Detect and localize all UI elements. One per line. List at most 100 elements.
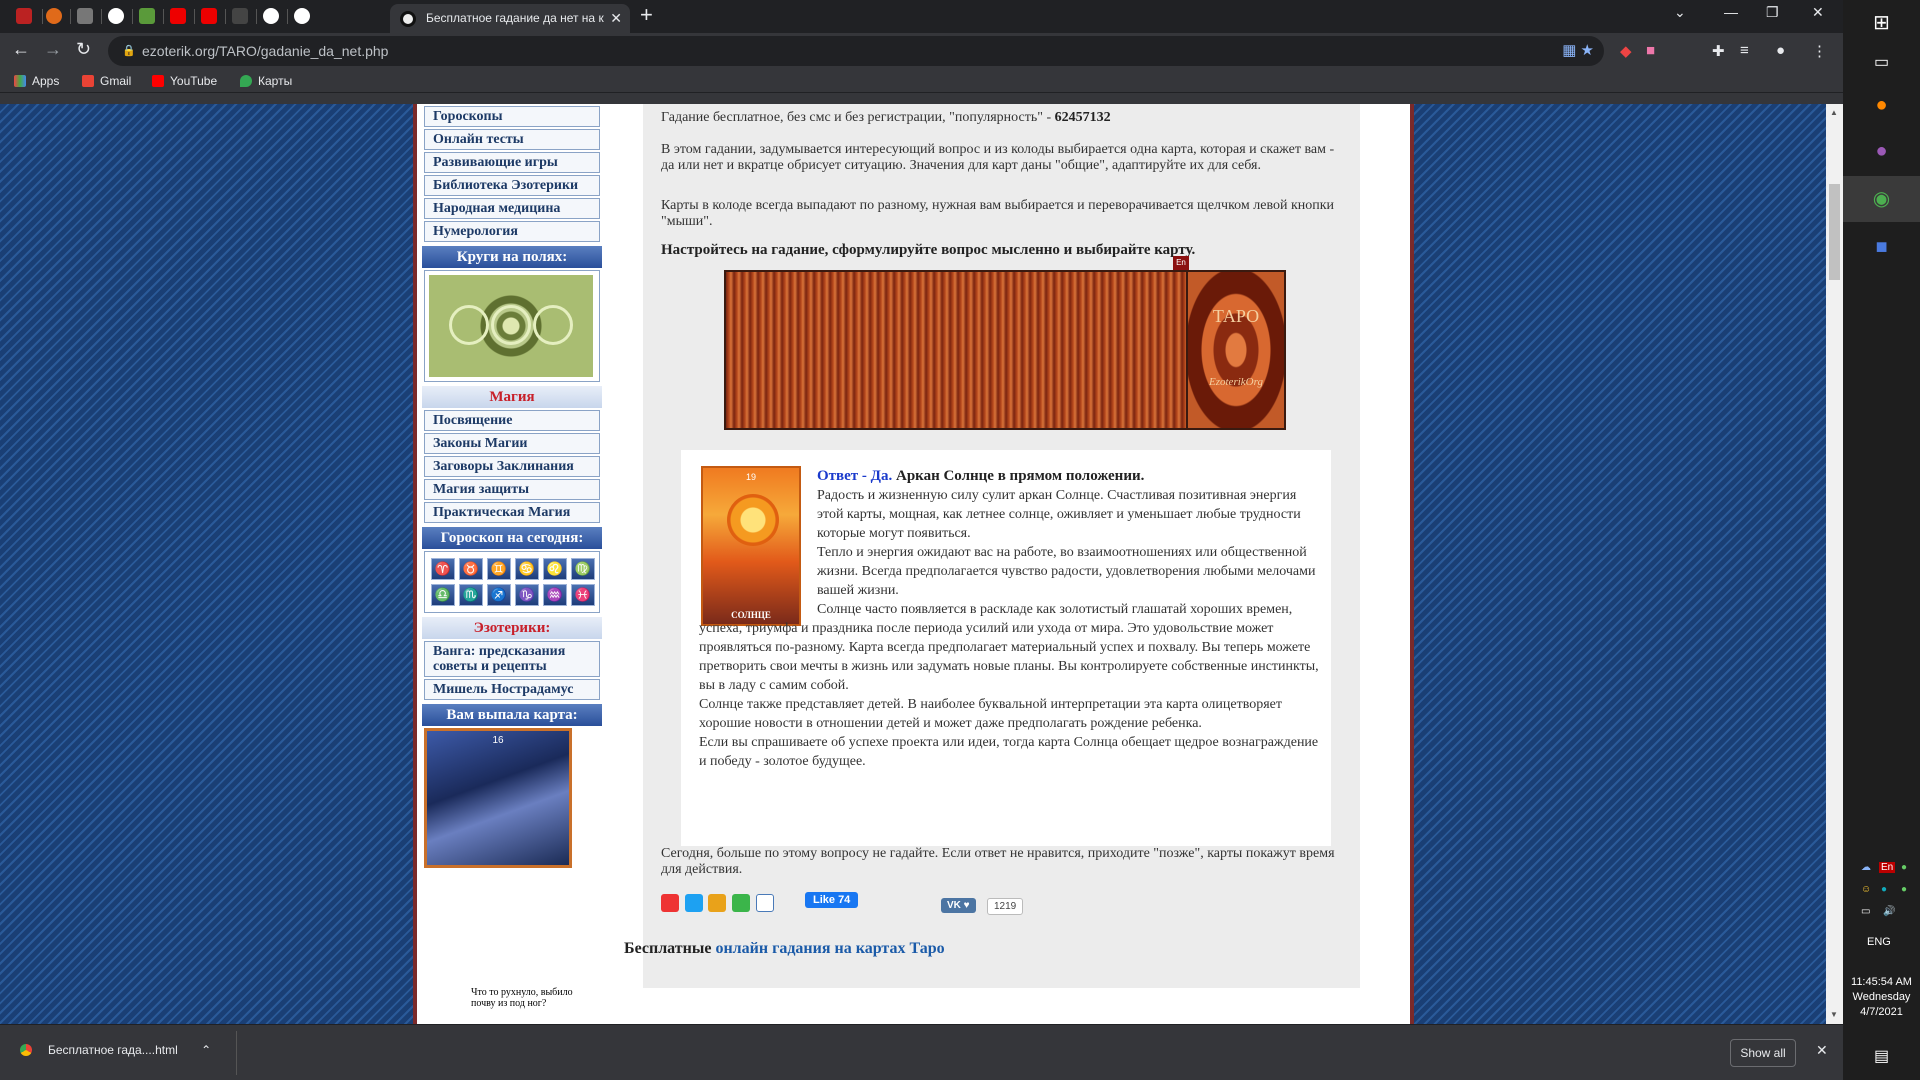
skype-icon[interactable]: ●: [1881, 884, 1887, 895]
crop-circles-box[interactable]: [424, 270, 600, 382]
aries-icon[interactable]: ♈: [431, 558, 455, 580]
show-all-button[interactable]: Show all: [1730, 1039, 1796, 1067]
firefox-icon[interactable]: ●: [1843, 82, 1920, 128]
tarot-deck[interactable]: ТАРО EzoterikOrg: [724, 270, 1286, 430]
tray-icon-green[interactable]: ●: [1901, 862, 1907, 873]
libra-icon[interactable]: ♎: [431, 584, 455, 606]
en-badge[interactable]: En: [1173, 256, 1189, 270]
scorpio-icon[interactable]: ♏: [459, 584, 483, 606]
tab-search-icon[interactable]: ⌄: [1674, 4, 1686, 21]
save-icon[interactable]: ■: [1843, 224, 1920, 270]
forward-button[interactable]: →: [44, 39, 62, 60]
menu-initiation[interactable]: Посвящение: [424, 410, 600, 431]
task-view-icon[interactable]: ▭: [1843, 40, 1920, 86]
tab-favicon-3[interactable]: [77, 8, 93, 24]
bookmark-apps[interactable]: Apps: [14, 74, 59, 88]
cancer-icon[interactable]: ♋: [515, 558, 539, 580]
virgo-icon[interactable]: ♍: [571, 558, 595, 580]
tray-lang-badge[interactable]: En: [1879, 862, 1896, 873]
facebook-like-button[interactable]: Like 74: [805, 892, 859, 908]
youtube-tab-icon-2[interactable]: [201, 8, 217, 24]
horoscope-today-header: Гороскоп на сегодня:: [422, 527, 602, 549]
tab-favicon-1[interactable]: [16, 8, 32, 24]
crop-circle-image[interactable]: [429, 275, 593, 377]
menu-numerology[interactable]: Нумерология: [424, 221, 600, 242]
menu-library[interactable]: Библиотека Эзотерики: [424, 175, 600, 196]
address-bar[interactable]: 🔒 ezoterik.org/TARO/gadanie_da_net.php ▦…: [108, 36, 1604, 66]
scroll-down-icon[interactable]: ▼: [1830, 1010, 1838, 1019]
gemini-icon[interactable]: ♊: [487, 558, 511, 580]
tarot-online-link[interactable]: онлайн гадания на картах Таро: [715, 940, 944, 957]
aquarius-icon[interactable]: ♒: [543, 584, 567, 606]
restore-button[interactable]: ❐: [1766, 4, 1779, 21]
maps-pin-icon: [240, 75, 252, 87]
download-item[interactable]: Бесплатное гада....html ⌃: [20, 1043, 211, 1057]
nvidia-icon[interactable]: ●: [1901, 884, 1907, 895]
clock[interactable]: 11:45:54 AM Wednesday 4/7/2021: [1843, 975, 1920, 1020]
share-icon-1[interactable]: [661, 894, 679, 912]
tarot-panel: Гадание бесплатное, без смс и без регист…: [643, 104, 1360, 988]
back-button[interactable]: ←: [12, 39, 30, 60]
tower-card-image[interactable]: 16: [424, 728, 572, 868]
extensions-puzzle-icon[interactable]: ✚: [1712, 42, 1725, 60]
tray-icon-smile[interactable]: ☺: [1861, 884, 1871, 895]
twitter-icon[interactable]: [684, 894, 703, 912]
menu-spells[interactable]: Заговоры Заклинания: [424, 456, 600, 477]
leo-icon[interactable]: ♌: [543, 558, 567, 580]
menu-practical-magic[interactable]: Практическая Магия: [424, 502, 600, 523]
close-download-bar-icon[interactable]: ✕: [1816, 1042, 1828, 1059]
extension-icon-2[interactable]: ■: [1646, 42, 1655, 59]
menu-nostradamus[interactable]: Мишель Нострадамус: [424, 679, 600, 700]
pisces-icon[interactable]: ♓: [571, 584, 595, 606]
menu-magic-laws[interactable]: Законы Магии: [424, 433, 600, 454]
bookmark-maps[interactable]: Карты: [240, 74, 292, 88]
closing-paragraph: Сегодня, больше по этому вопросу не гада…: [661, 846, 1335, 877]
menu-vanga[interactable]: Ванга: предсказания советы и рецепты: [424, 641, 600, 677]
network-icon[interactable]: ▭: [1861, 906, 1870, 917]
chrome-taskbar-icon[interactable]: ◉: [1843, 176, 1920, 222]
menu-horoscopes[interactable]: Гороскопы: [424, 106, 600, 127]
volume-icon[interactable]: 🔊: [1883, 906, 1895, 917]
google-tab-icon[interactable]: [263, 8, 279, 24]
close-tab-icon[interactable]: ✕: [610, 4, 622, 33]
vk-share-button[interactable]: VK ♥: [941, 898, 976, 913]
taurus-icon[interactable]: ♉: [459, 558, 483, 580]
menu-protection-magic[interactable]: Магия защиты: [424, 479, 600, 500]
active-tab[interactable]: Бесплатное гадание да нет на к ✕: [390, 4, 630, 33]
google-tab-icon-2[interactable]: [294, 8, 310, 24]
scroll-thumb[interactable]: [1829, 184, 1840, 280]
minimize-button[interactable]: —: [1724, 4, 1738, 20]
menu-kebab-icon[interactable]: ⋮: [1812, 42, 1827, 60]
capricorn-icon[interactable]: ♑: [515, 584, 539, 606]
menu-folk-medicine[interactable]: Народная медицина: [424, 198, 600, 219]
new-tab-button[interactable]: +: [640, 2, 653, 28]
tab-favicon-5[interactable]: [139, 8, 155, 24]
profile-avatar[interactable]: ●: [1776, 42, 1785, 59]
tab-favicon-8[interactable]: [232, 8, 248, 24]
reload-button[interactable]: ↻: [76, 39, 91, 60]
deck-top-card[interactable]: ТАРО EzoterikOrg: [1186, 272, 1284, 428]
bookmark-gmail[interactable]: Gmail: [82, 74, 131, 88]
bookmark-star-icon[interactable]: ▦ ★: [1562, 36, 1594, 66]
share-icon-3[interactable]: [708, 894, 727, 912]
sagittarius-icon[interactable]: ♐: [487, 584, 511, 606]
extension-icon[interactable]: ◆: [1620, 42, 1632, 60]
menu-online-tests[interactable]: Онлайн тесты: [424, 129, 600, 150]
cloud-tray-icon[interactable]: ☁: [1861, 862, 1871, 873]
answer-p1: Радость и жизненную силу сулит аркан Сол…: [817, 488, 1301, 541]
chevron-up-icon[interactable]: ⌃: [201, 1043, 211, 1057]
youtube-tab-icon[interactable]: [170, 8, 186, 24]
notifications-icon[interactable]: ▤: [1843, 1034, 1920, 1080]
reading-list-icon[interactable]: ≡: [1740, 42, 1749, 59]
tab-favicon-2[interactable]: [46, 8, 62, 24]
menu-games[interactable]: Развивающие игры: [424, 152, 600, 173]
share-arrow-icon[interactable]: [755, 894, 774, 912]
language-indicator[interactable]: ENG: [1867, 936, 1891, 948]
scroll-up-icon[interactable]: ▲: [1830, 108, 1838, 117]
share-icon-4[interactable]: [731, 894, 750, 912]
bookmark-youtube[interactable]: YouTube: [152, 74, 217, 88]
github-icon[interactable]: ●: [1843, 128, 1920, 174]
close-window-button[interactable]: ✕: [1812, 4, 1824, 21]
page-scrollbar[interactable]: ▲ ▼: [1826, 104, 1843, 1024]
tab-favicon-4[interactable]: [108, 8, 124, 24]
